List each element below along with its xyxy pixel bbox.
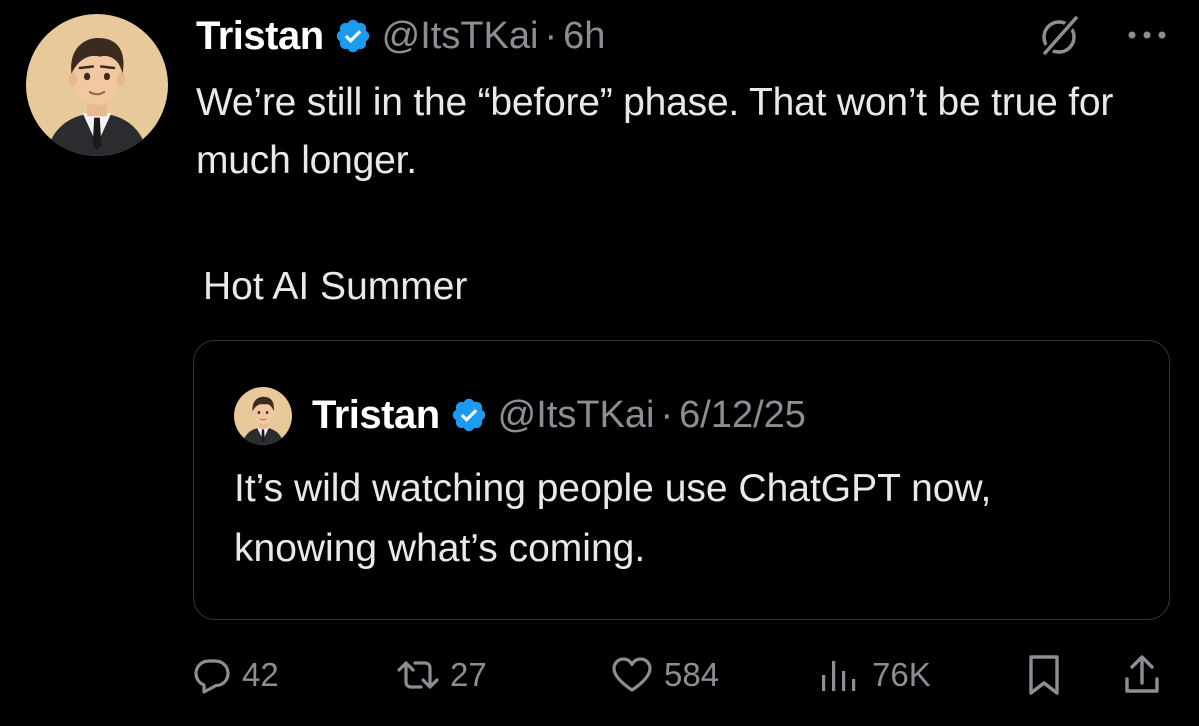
retweet-count: 27: [450, 656, 487, 693]
views-chart-icon: [818, 655, 862, 695]
reply-icon: [192, 655, 232, 695]
share-button[interactable]: [1122, 640, 1162, 710]
quote-comment: Hot AI Summer: [203, 265, 468, 308]
tweet-timestamp[interactable]: 6h: [563, 15, 605, 58]
bookmark-button[interactable]: [1024, 640, 1064, 710]
quoted-author-name[interactable]: Tristan: [312, 393, 440, 438]
heart-icon: [610, 655, 654, 695]
grok-icon[interactable]: [1036, 12, 1084, 60]
quoted-tweet-header: Tristan @ItsTKai · 6/12/25: [312, 387, 806, 443]
separator-dot: ·: [544, 14, 558, 57]
retweet-icon: [396, 655, 440, 695]
views-count: 76K: [872, 656, 931, 693]
reply-button[interactable]: 42: [192, 640, 279, 710]
tweet-action-bar: 42 27 584 76K: [0, 640, 1199, 710]
views-button[interactable]: 76K: [818, 640, 931, 710]
verified-badge-icon: [450, 396, 488, 434]
author-handle[interactable]: @ItsTKai: [382, 15, 539, 58]
tweet-text: We’re still in the “before” phase. That …: [196, 81, 1114, 182]
separator-dot: ·: [660, 393, 674, 436]
share-icon: [1122, 653, 1162, 697]
author-avatar[interactable]: [26, 14, 168, 156]
quoted-author-avatar[interactable]: [234, 387, 292, 445]
quoted-tweet-card[interactable]: Tristan @ItsTKai · 6/12/25 It’s wild wat…: [193, 340, 1170, 620]
like-button[interactable]: 584: [610, 640, 719, 710]
author-name[interactable]: Tristan: [196, 14, 324, 59]
quoted-tweet-text: It’s wild watching people use ChatGPT no…: [234, 467, 992, 570]
reply-count: 42: [242, 656, 279, 693]
quoted-tweet-date[interactable]: 6/12/25: [679, 394, 806, 437]
quoted-author-handle[interactable]: @ItsTKai: [498, 394, 655, 437]
tweet-header: Tristan @ItsTKai · 6h: [196, 10, 605, 62]
bookmark-icon: [1024, 653, 1064, 697]
more-options-icon[interactable]: [1124, 22, 1170, 48]
retweet-button[interactable]: 27: [396, 640, 487, 710]
tweet-card[interactable]: Tristan @ItsTKai · 6h We’re still in the…: [0, 0, 1199, 726]
verified-badge-icon: [334, 17, 372, 55]
like-count: 584: [664, 656, 720, 693]
